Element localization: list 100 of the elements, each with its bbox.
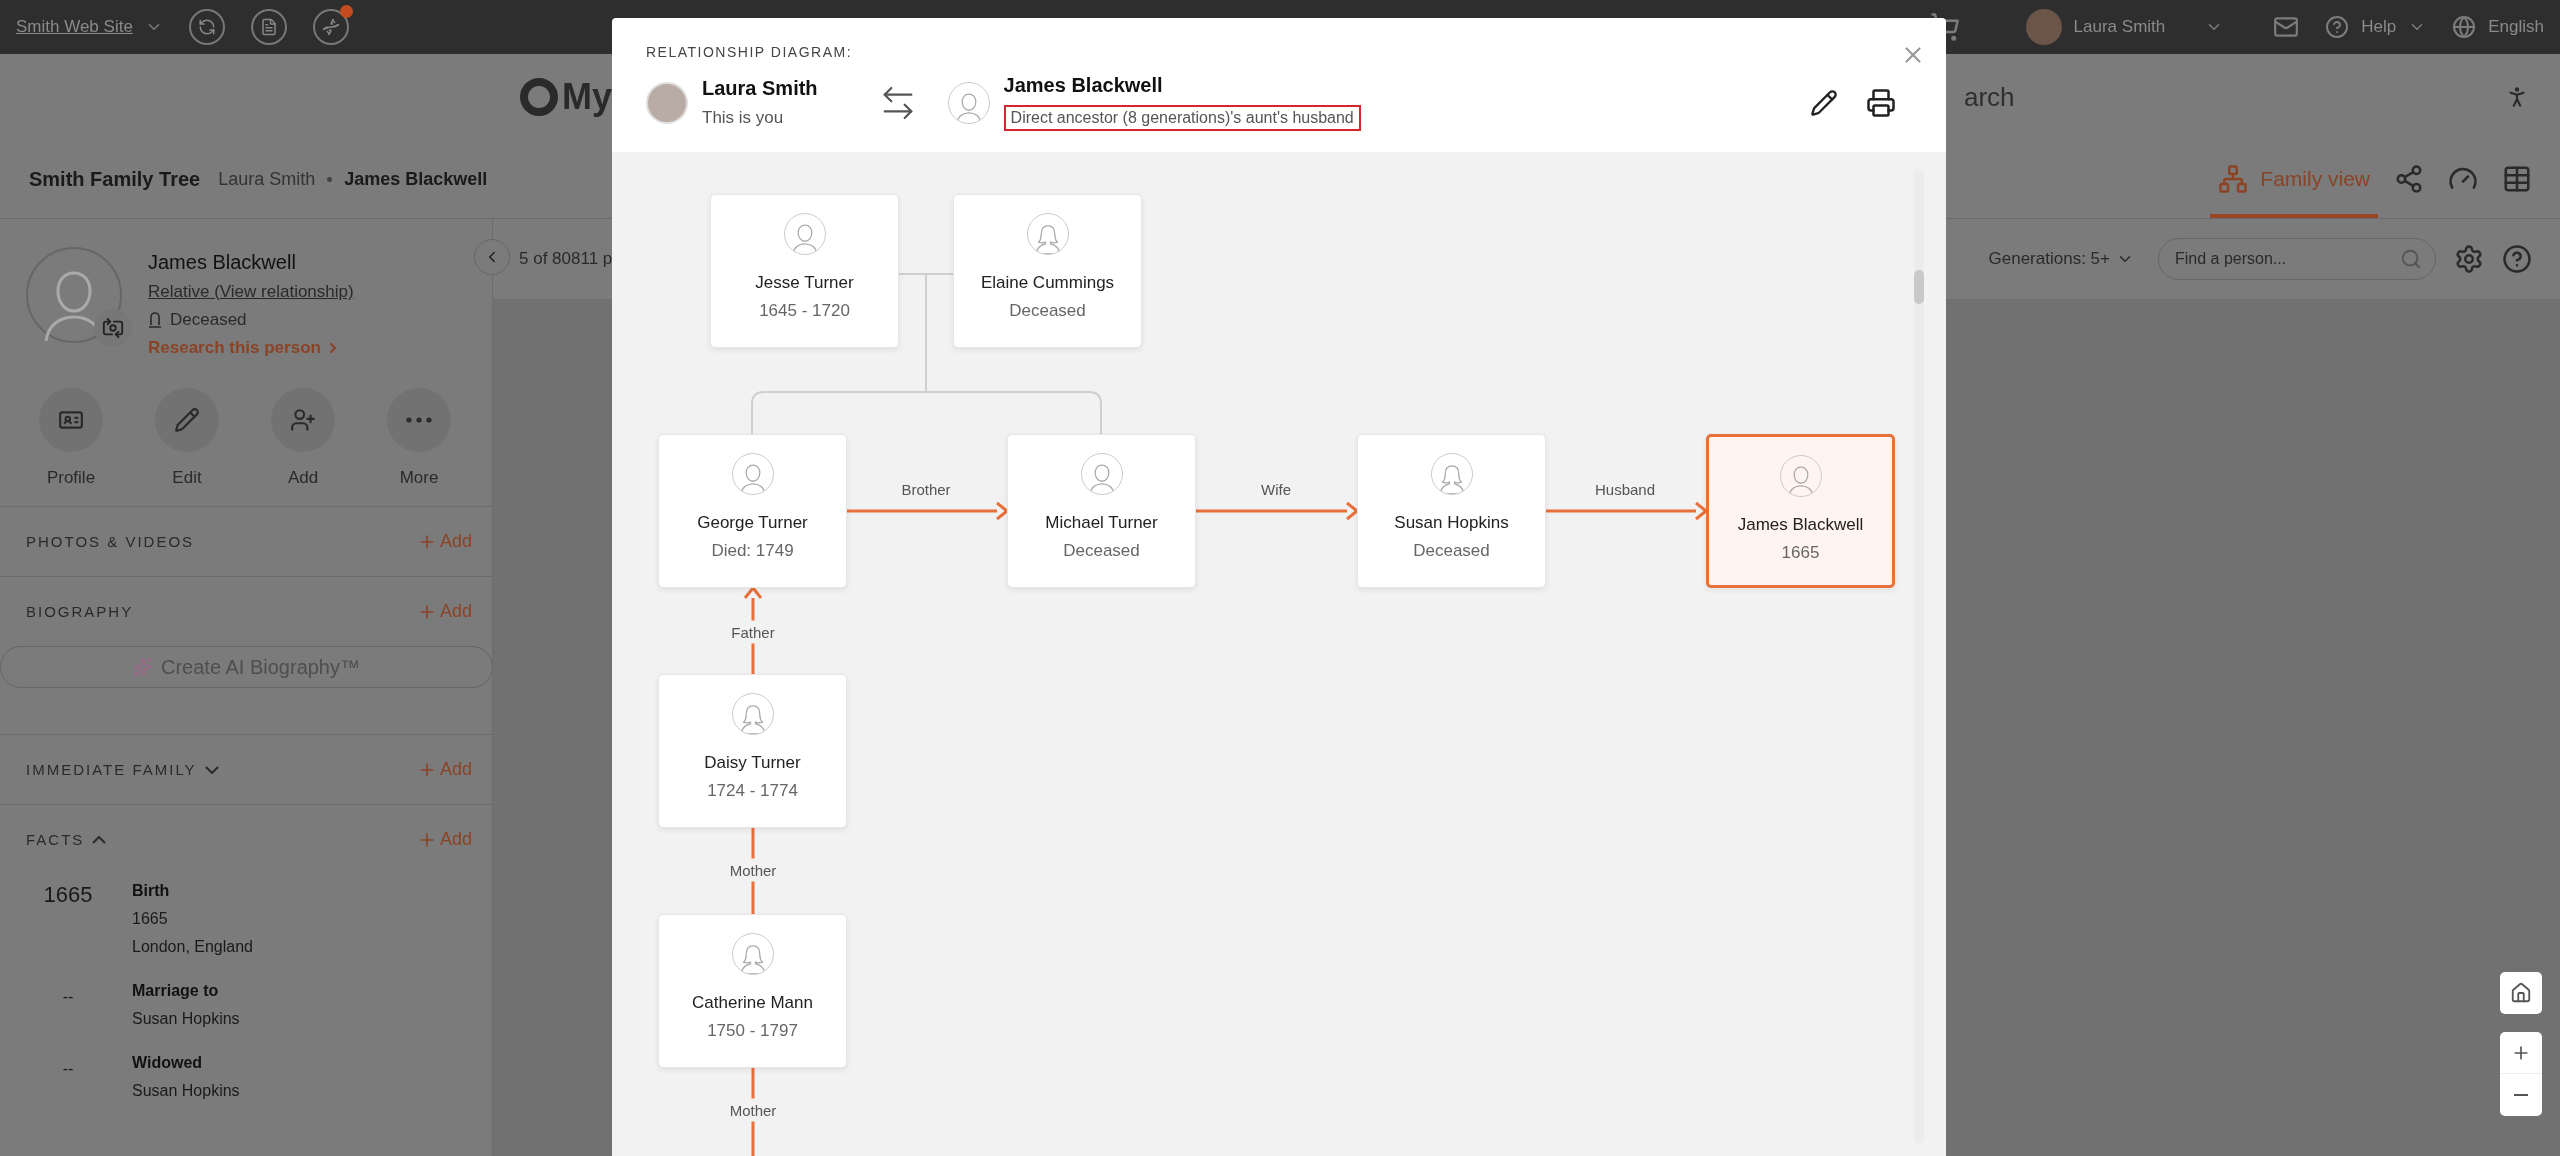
relationship-label: Wife bbox=[1261, 480, 1291, 498]
person-dates: 1724 - 1774 bbox=[707, 781, 798, 801]
fact-title: Widowed bbox=[132, 1054, 204, 1072]
fact-year: -- bbox=[62, 987, 74, 1007]
refresh-icon bbox=[197, 18, 216, 36]
person-name: Michael Turner bbox=[1045, 513, 1158, 533]
sparkle-icon bbox=[133, 657, 153, 677]
notification-dot bbox=[339, 5, 353, 18]
action-button[interactable]: More bbox=[361, 388, 477, 488]
person-dates: Deceased bbox=[1063, 541, 1140, 561]
tree-title: Smith Family Tree bbox=[29, 167, 201, 191]
person-dates: Deceased bbox=[1413, 541, 1490, 561]
breadcrumb-link[interactable]: Laura Smith bbox=[218, 168, 316, 190]
site-menu[interactable]: Smith Web Site bbox=[16, 17, 133, 37]
network-icon bbox=[2218, 164, 2249, 194]
breadcrumb-link[interactable]: James Blackwell bbox=[344, 168, 488, 190]
person-dates: 1750 - 1797 bbox=[707, 1021, 798, 1041]
home-button[interactable] bbox=[2500, 972, 2542, 1014]
relationship-link[interactable]: Relative (View relationship) bbox=[148, 282, 354, 302]
action-button[interactable]: Edit bbox=[129, 388, 245, 488]
relationship-description: Direct ancestor (8 generations)'s aunt's husband bbox=[1003, 105, 1361, 131]
fact-detail: 1665 bbox=[132, 910, 169, 928]
table-icon bbox=[2502, 164, 2532, 194]
person-name: James Blackwell bbox=[148, 251, 297, 274]
person-card[interactable]: Susan Hopkins Deceased bbox=[1357, 434, 1546, 588]
relationship-label: Husband bbox=[1595, 480, 1655, 498]
person-name: Jesse Turner bbox=[755, 273, 854, 293]
status-text: Deceased bbox=[170, 310, 247, 330]
person-note: This is you bbox=[702, 108, 785, 128]
action-button[interactable]: Add bbox=[245, 388, 361, 488]
pencil-icon bbox=[174, 407, 200, 433]
person-card[interactable]: George Turner Died: 1749 bbox=[658, 434, 847, 588]
person-name: Catherine Mann bbox=[692, 993, 813, 1013]
generations-dropdown[interactable]: Generations: 5+ bbox=[1982, 248, 2140, 270]
help-icon bbox=[2502, 244, 2532, 274]
settings-button[interactable] bbox=[2454, 244, 2484, 274]
fact-year: -- bbox=[62, 1059, 74, 1079]
person-card[interactable]: Catherine Mann 1750 - 1797 bbox=[658, 914, 847, 1068]
person-dates: Died: 1749 bbox=[711, 541, 794, 561]
person-name: James Blackwell bbox=[1003, 74, 1164, 97]
document-icon bbox=[259, 18, 278, 36]
branches-icon bbox=[2394, 164, 2424, 194]
person-card[interactable]: Daisy Turner 1724 - 1774 bbox=[658, 674, 847, 828]
person-card[interactable]: Michael Turner Deceased bbox=[1007, 434, 1196, 588]
fact-detail: Susan Hopkins bbox=[132, 1010, 241, 1028]
person-dates: 1645 - 1720 bbox=[759, 301, 850, 321]
fact-detail: London, England bbox=[132, 938, 254, 956]
help-icon bbox=[2325, 15, 2350, 39]
printer-icon bbox=[1866, 87, 1896, 118]
chevron-down-icon bbox=[204, 765, 219, 774]
find-person-field[interactable]: Find a person... bbox=[2158, 238, 2436, 280]
chevron-up-icon bbox=[92, 835, 107, 844]
document-button[interactable] bbox=[250, 9, 287, 45]
fact-title: Marriage to bbox=[132, 982, 220, 1000]
minus-icon bbox=[2514, 1094, 2528, 1096]
help-button[interactable] bbox=[2502, 244, 2532, 274]
person-name: Elaine Cummings bbox=[980, 273, 1115, 293]
search-icon bbox=[2400, 248, 2422, 270]
avatar-photo[interactable] bbox=[2025, 9, 2062, 45]
settings-icon bbox=[2454, 244, 2484, 274]
fact-title: Birth bbox=[132, 882, 171, 900]
person-dates: 1665 bbox=[1781, 543, 1820, 563]
edit-button[interactable] bbox=[1810, 88, 1838, 117]
camera-button[interactable] bbox=[94, 309, 132, 347]
scrollbar[interactable] bbox=[1914, 170, 1924, 1144]
person-dates: Deceased bbox=[1009, 301, 1086, 321]
result-counter: 5 of 80811 p bbox=[519, 249, 613, 269]
person-name: Daisy Turner bbox=[704, 753, 801, 773]
dialog-title: RELATIONSHIP DIAGRAM: bbox=[646, 44, 853, 60]
relationship-label: Brother bbox=[901, 480, 951, 498]
print-button[interactable] bbox=[1866, 87, 1896, 118]
more-icon bbox=[406, 417, 432, 423]
person-card[interactable]: Jesse Turner 1645 - 1720 bbox=[710, 194, 899, 348]
person-card[interactable]: James Blackwell 1665 bbox=[1706, 434, 1895, 588]
person-name: Laura Smith bbox=[702, 77, 818, 100]
pencil-icon bbox=[1810, 88, 1838, 117]
language-menu[interactable]: English bbox=[2488, 17, 2544, 37]
help-menu[interactable]: Help bbox=[2361, 17, 2397, 37]
breadcrumb-separator bbox=[327, 176, 333, 182]
logo-text: My bbox=[562, 76, 612, 118]
action-button[interactable]: Profile bbox=[13, 388, 129, 488]
home-icon bbox=[2510, 982, 2532, 1004]
add-person-icon bbox=[290, 407, 316, 433]
logo-mark bbox=[520, 78, 558, 116]
person-name: George Turner bbox=[697, 513, 808, 533]
user-name[interactable]: Laura Smith bbox=[2073, 17, 2166, 37]
section-toggle[interactable]: FACTS bbox=[26, 831, 107, 848]
person-card[interactable]: Elaine Cummings Deceased bbox=[953, 194, 1142, 348]
section-title: PHOTOS & VIDEOS bbox=[26, 533, 195, 550]
photo-placeholder bbox=[646, 81, 688, 124]
camera-icon bbox=[102, 317, 124, 339]
dna-icon bbox=[321, 18, 340, 36]
search-field[interactable]: arch bbox=[1964, 81, 2084, 113]
relationship-label: Father bbox=[729, 620, 777, 644]
refresh-button[interactable] bbox=[188, 9, 225, 45]
section-toggle[interactable]: IMMEDIATE FAMILY bbox=[26, 761, 219, 778]
globe-icon bbox=[2452, 15, 2477, 39]
fact-year: 1665 bbox=[43, 882, 93, 909]
tombstone-icon bbox=[148, 312, 162, 328]
mail-icon[interactable] bbox=[2273, 14, 2300, 40]
